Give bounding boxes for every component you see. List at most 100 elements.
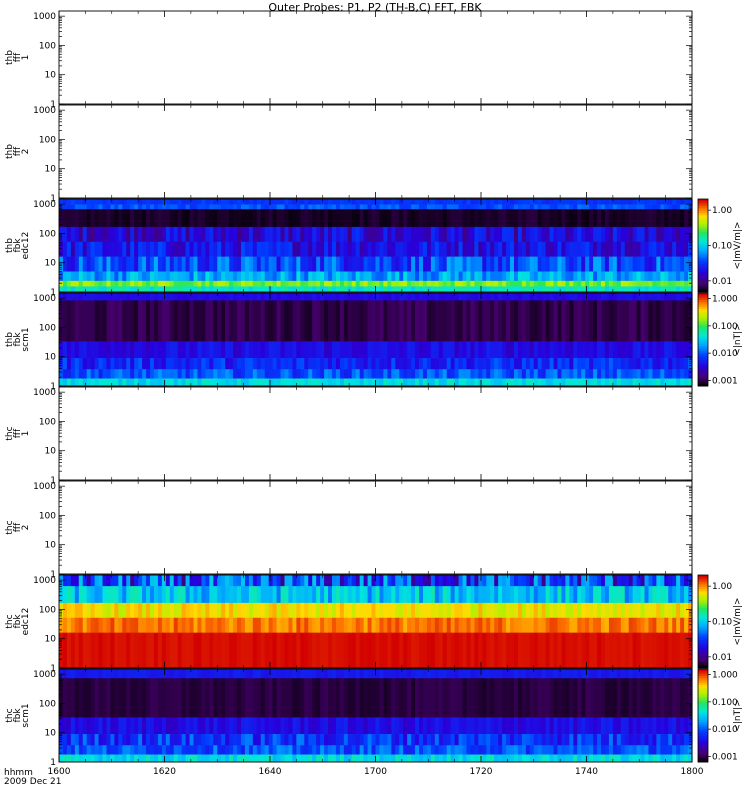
spectrogram-cell bbox=[450, 369, 456, 379]
spectrogram-cell bbox=[331, 293, 337, 301]
spectrogram-cell bbox=[419, 734, 424, 746]
spectrogram-cell bbox=[276, 341, 282, 359]
spectrogram-cell bbox=[454, 286, 460, 293]
spectrogram-cell bbox=[260, 256, 266, 272]
spectrogram-cell bbox=[217, 378, 222, 387]
spectrogram-cell bbox=[110, 369, 115, 379]
spectrogram-cell bbox=[664, 717, 669, 735]
spectrogram-cell bbox=[553, 745, 559, 755]
spectrogram-cell bbox=[272, 602, 278, 619]
spectrogram-cell bbox=[482, 199, 487, 205]
spectrogram-cell bbox=[296, 669, 301, 679]
spectrogram-cell bbox=[541, 241, 547, 257]
spectrogram-cell bbox=[288, 280, 294, 287]
spectrogram-cell bbox=[419, 293, 424, 301]
spectrogram-cell bbox=[454, 669, 460, 679]
spectrogram-cell bbox=[506, 293, 511, 301]
spectrogram-cell bbox=[462, 204, 468, 210]
spectrogram-cell bbox=[593, 241, 598, 257]
spectrogram-cell bbox=[664, 293, 669, 301]
spectrogram-cell bbox=[553, 271, 559, 282]
spectrogram-cell bbox=[419, 286, 424, 293]
spectrogram-cell bbox=[331, 300, 337, 342]
spectrogram-cell bbox=[320, 617, 325, 633]
spectrogram-cell bbox=[181, 341, 187, 359]
spectrogram-cell bbox=[248, 717, 254, 735]
spectrogram-cell bbox=[517, 586, 523, 604]
spectrogram-cell bbox=[510, 256, 515, 272]
spectrogram-cell bbox=[363, 256, 369, 272]
spectrogram-cell bbox=[240, 226, 246, 243]
spectrogram-cell bbox=[589, 226, 594, 243]
spectrogram-cell bbox=[494, 226, 499, 243]
spectrogram-cell bbox=[466, 717, 472, 735]
spectrogram-cell bbox=[146, 678, 151, 718]
spectrogram-cell bbox=[438, 209, 444, 228]
spectrogram-cell bbox=[383, 617, 388, 633]
spectrogram-cell bbox=[450, 300, 456, 342]
spectrogram-cell bbox=[375, 745, 381, 755]
spectrogram-cell bbox=[371, 617, 377, 633]
spectrogram-cell bbox=[328, 293, 333, 301]
spectrogram-cell bbox=[355, 586, 361, 604]
spectrogram-cell bbox=[292, 678, 297, 718]
spectrogram-cell bbox=[561, 280, 566, 287]
spectrogram-cell bbox=[379, 241, 385, 257]
spectrogram-cell bbox=[490, 204, 495, 210]
spectrogram-cell bbox=[411, 378, 416, 387]
spectrogram-cell bbox=[383, 204, 388, 210]
spectrogram-cell bbox=[169, 734, 175, 746]
spectrogram-cell bbox=[296, 226, 301, 243]
spectrogram-cell bbox=[407, 241, 412, 257]
spectrogram-cell bbox=[221, 286, 226, 293]
spectrogram-cell bbox=[676, 378, 681, 387]
spectrogram-cell bbox=[82, 678, 88, 718]
panel-0: 1101001000thbfff1 bbox=[5, 10, 693, 110]
spectrogram-cell bbox=[541, 271, 547, 282]
spectrogram-cell bbox=[252, 745, 258, 755]
spectrogram-cell bbox=[339, 341, 345, 359]
spectrogram-cell bbox=[569, 586, 574, 604]
spectrogram-cell bbox=[324, 209, 329, 228]
spectrogram-cell bbox=[482, 286, 487, 293]
spectrogram-cell bbox=[660, 271, 665, 282]
colorbar: 1.000.100.01<|mV/m|> bbox=[697, 574, 743, 669]
spectrogram-cell bbox=[466, 256, 472, 272]
spectrogram-cell bbox=[656, 199, 661, 205]
spectrogram-cell bbox=[597, 199, 602, 205]
spectrogram-cell bbox=[569, 271, 574, 282]
spectrogram-cell bbox=[308, 341, 313, 359]
spectrogram-cell bbox=[320, 256, 325, 272]
spectrogram-cell bbox=[676, 745, 681, 755]
spectrogram-cell bbox=[126, 602, 131, 619]
spectrogram-cell bbox=[308, 209, 313, 228]
spectrogram-cell bbox=[347, 632, 353, 669]
spectrogram-cell bbox=[490, 341, 495, 359]
spectrogram-cell bbox=[419, 256, 424, 272]
spectrogram-cell bbox=[557, 293, 563, 301]
spectrogram-cell bbox=[102, 678, 108, 718]
spectrogram-cell bbox=[466, 293, 472, 301]
spectrogram-cell bbox=[74, 586, 80, 604]
spectrogram-cell bbox=[601, 286, 606, 293]
spectrogram-cell bbox=[316, 617, 321, 633]
spectrogram-cell bbox=[624, 734, 630, 746]
spectrogram-cell bbox=[371, 602, 377, 619]
spectrogram-cell bbox=[533, 586, 539, 604]
spectrogram-cell bbox=[106, 632, 112, 669]
spectrogram-cell bbox=[153, 717, 159, 735]
spectrogram-cell bbox=[189, 256, 195, 272]
spectrogram-cell bbox=[288, 358, 294, 370]
spectrogram-cell bbox=[185, 575, 191, 587]
spectrogram-cell bbox=[142, 632, 147, 669]
spectrogram-cell bbox=[434, 632, 440, 669]
spectrogram-cell bbox=[589, 632, 594, 669]
spectrogram-cell bbox=[324, 678, 329, 718]
spectrogram-cell bbox=[213, 678, 218, 718]
spectrogram-cell bbox=[474, 575, 479, 587]
spectrogram-cell bbox=[193, 717, 199, 735]
spectrogram-cell bbox=[110, 209, 115, 228]
spectrogram-cell bbox=[304, 745, 309, 755]
spectrogram-cell bbox=[66, 280, 72, 287]
spectrogram-cell bbox=[149, 209, 155, 228]
